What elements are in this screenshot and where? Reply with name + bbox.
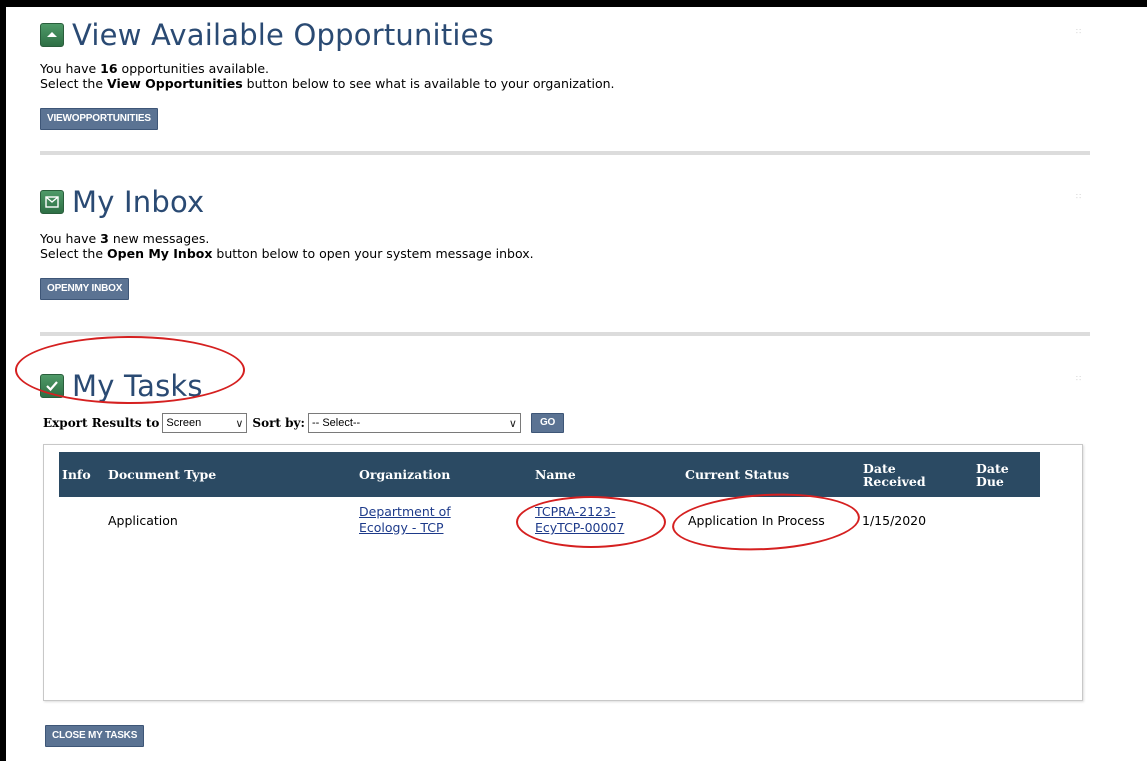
chevron-down-icon: ∨ [508,417,517,430]
opportunities-header: View Available Opportunities [40,18,1090,52]
opportunities-icon [40,23,64,47]
frame-border-top [0,0,1147,7]
section-divider [40,151,1090,155]
column-header-info[interactable]: Info [62,468,91,481]
sort-label: Sort by: [252,416,305,430]
inbox-section: My Inbox You have 3 new messages. Select… [40,185,1090,300]
column-header-name[interactable]: Name [535,468,576,481]
inbox-count-text: You have 3 new messages. [40,231,210,246]
drag-handle-icon[interactable]: ∷ [1076,28,1086,38]
cell-date-received: 1/15/2020 [862,513,927,528]
inbox-header: My Inbox [40,185,1090,219]
organization-link[interactable]: Department of Ecology - TCP [359,504,489,536]
opportunities-title: View Available Opportunities [72,18,494,52]
chevron-down-icon: ∨ [235,417,244,430]
drag-handle-icon[interactable]: ∷ [1076,193,1086,203]
drag-handle-icon[interactable]: ∷ [1076,375,1086,385]
sort-select[interactable]: -- Select-- ∨ [307,413,521,433]
open-inbox-button[interactable]: OPENMY INBOX [40,278,130,300]
cell-document-type: Application [108,513,178,528]
sort-select-value: -- Select-- [311,417,361,429]
column-header-date-due[interactable]: Date Due [976,462,1021,488]
export-label: Export Results to [43,416,160,430]
inbox-title: My Inbox [72,185,205,219]
opportunities-count-text: You have 16 opportunities available. [40,61,270,76]
envelope-icon [40,190,64,214]
annotation-ellipse-tasks-title [15,336,245,404]
export-select[interactable]: Screen ∨ [162,413,248,433]
close-tasks-button[interactable]: CLOSE MY TASKS [45,725,145,747]
column-header-organization[interactable]: Organization [359,468,450,481]
column-header-document-type[interactable]: Document Type [108,468,216,481]
section-divider [40,332,1090,336]
opportunities-section: View Available Opportunities You have 16… [40,18,1090,130]
table-header: Info Document Type Organization Name Cur… [59,452,1040,497]
export-select-value: Screen [166,417,202,429]
go-button[interactable]: GO [530,413,565,433]
column-header-date-received[interactable]: Date Received [863,462,943,488]
frame-border-left [0,0,6,761]
annotation-ellipse-task-name [516,496,666,548]
opportunities-instruction: Select the View Opportunities button bel… [40,76,615,91]
tasks-table-panel: Info Document Type Organization Name Cur… [43,444,1083,701]
view-opportunities-button[interactable]: VIEWOPPORTUNITIES [40,108,158,130]
tasks-toolbar: Export Results to Screen ∨ Sort by: -- S… [43,413,565,433]
column-header-current-status[interactable]: Current Status [685,468,789,481]
inbox-instruction: Select the Open My Inbox button below to… [40,246,534,261]
